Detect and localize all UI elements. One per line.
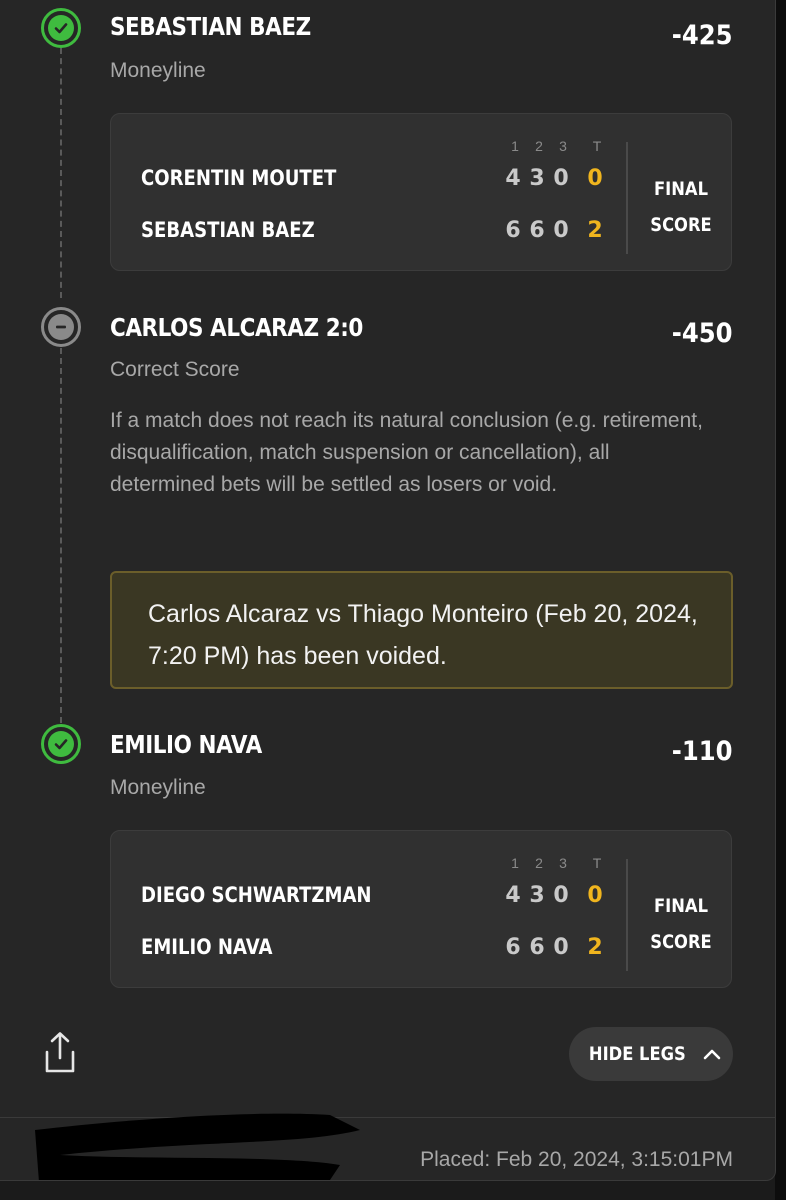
chevron-up-icon xyxy=(704,1049,721,1060)
set-score: 3 xyxy=(529,166,545,191)
share-icon[interactable] xyxy=(40,1030,80,1076)
leg-odds: -110 xyxy=(672,736,733,767)
hide-legs-button[interactable]: HIDE LEGS xyxy=(569,1027,733,1081)
period-header: 1 xyxy=(511,855,519,871)
team-name: CORENTIN MOUTET xyxy=(141,166,337,190)
set-score: 6 xyxy=(505,935,521,960)
scoreboard: 123T CORENTIN MOUTET 4300 SEBASTIAN BAEZ… xyxy=(110,113,732,271)
check-circle-icon xyxy=(41,8,81,48)
final-score-label: FINAL SCORE xyxy=(647,888,716,960)
team-name: SEBASTIAN BAEZ xyxy=(141,218,315,242)
team-name: DIEGO SCHWARTZMAN xyxy=(141,883,372,907)
scoreboard: 123T DIEGO SCHWARTZMAN 4300 EMILIO NAVA … xyxy=(110,830,732,988)
check-circle-icon xyxy=(41,724,81,764)
set-score: 0 xyxy=(553,935,569,960)
period-headers: 123 T xyxy=(503,138,609,154)
rules-text: If a match does not reach its natural co… xyxy=(110,409,703,496)
final-label: FINAL xyxy=(654,178,708,200)
timeline-connector xyxy=(60,348,62,723)
leg-market: Correct Score xyxy=(110,358,240,381)
bet-card: SEBASTIAN BAEZ -425 Moneyline 123T COREN… xyxy=(0,0,776,1181)
set-score: 6 xyxy=(529,935,545,960)
leg-market: Moneyline xyxy=(110,776,206,799)
set-score: 0 xyxy=(553,218,569,243)
period-headers: 123 T xyxy=(503,855,609,871)
period-header: 2 xyxy=(535,138,543,154)
team-name: EMILIO NAVA xyxy=(141,935,273,959)
total-score: 0 xyxy=(587,883,603,908)
period-header: 3 xyxy=(559,855,567,871)
leg-odds: -425 xyxy=(672,20,733,51)
outer-background xyxy=(775,0,786,1200)
set-score: 0 xyxy=(553,883,569,908)
score-label: SCORE xyxy=(650,931,712,953)
timeline-connector xyxy=(60,48,62,298)
void-notice: Carlos Alcaraz vs Thiago Monteiro (Feb 2… xyxy=(110,571,733,689)
placed-timestamp: Placed: Feb 20, 2024, 3:15:01PM xyxy=(420,1148,733,1171)
period-header: 1 xyxy=(511,138,519,154)
total-score: 2 xyxy=(587,935,603,960)
period-header-total: T xyxy=(592,138,602,154)
set-score: 4 xyxy=(505,166,521,191)
score-divider xyxy=(626,859,628,971)
leg-selection: SEBASTIAN BAEZ xyxy=(110,12,311,41)
team-scores: 6602 xyxy=(501,218,607,243)
leg-selection: CARLOS ALCARAZ 2:0 xyxy=(110,313,363,342)
period-header-total: T xyxy=(592,855,602,871)
final-label: FINAL xyxy=(654,895,708,917)
redaction-scribble xyxy=(35,1113,360,1180)
set-score: 6 xyxy=(505,218,521,243)
period-header: 3 xyxy=(559,138,567,154)
team-scores: 4300 xyxy=(501,166,607,191)
score-label: SCORE xyxy=(650,214,712,236)
period-header: 2 xyxy=(535,855,543,871)
total-score: 2 xyxy=(587,218,603,243)
hide-legs-label: HIDE LEGS xyxy=(588,1043,686,1065)
set-score: 3 xyxy=(529,883,545,908)
leg-market: Moneyline xyxy=(110,59,206,82)
team-scores: 4300 xyxy=(501,883,607,908)
set-score: 6 xyxy=(529,218,545,243)
score-divider xyxy=(626,142,628,254)
final-score-label: FINAL SCORE xyxy=(647,171,716,243)
team-scores: 6602 xyxy=(501,935,607,960)
leg-odds: -450 xyxy=(672,318,733,349)
total-score: 0 xyxy=(587,166,603,191)
set-score: 0 xyxy=(553,166,569,191)
leg-selection: EMILIO NAVA xyxy=(110,730,262,759)
set-score: 4 xyxy=(505,883,521,908)
minus-circle-icon xyxy=(41,307,81,347)
